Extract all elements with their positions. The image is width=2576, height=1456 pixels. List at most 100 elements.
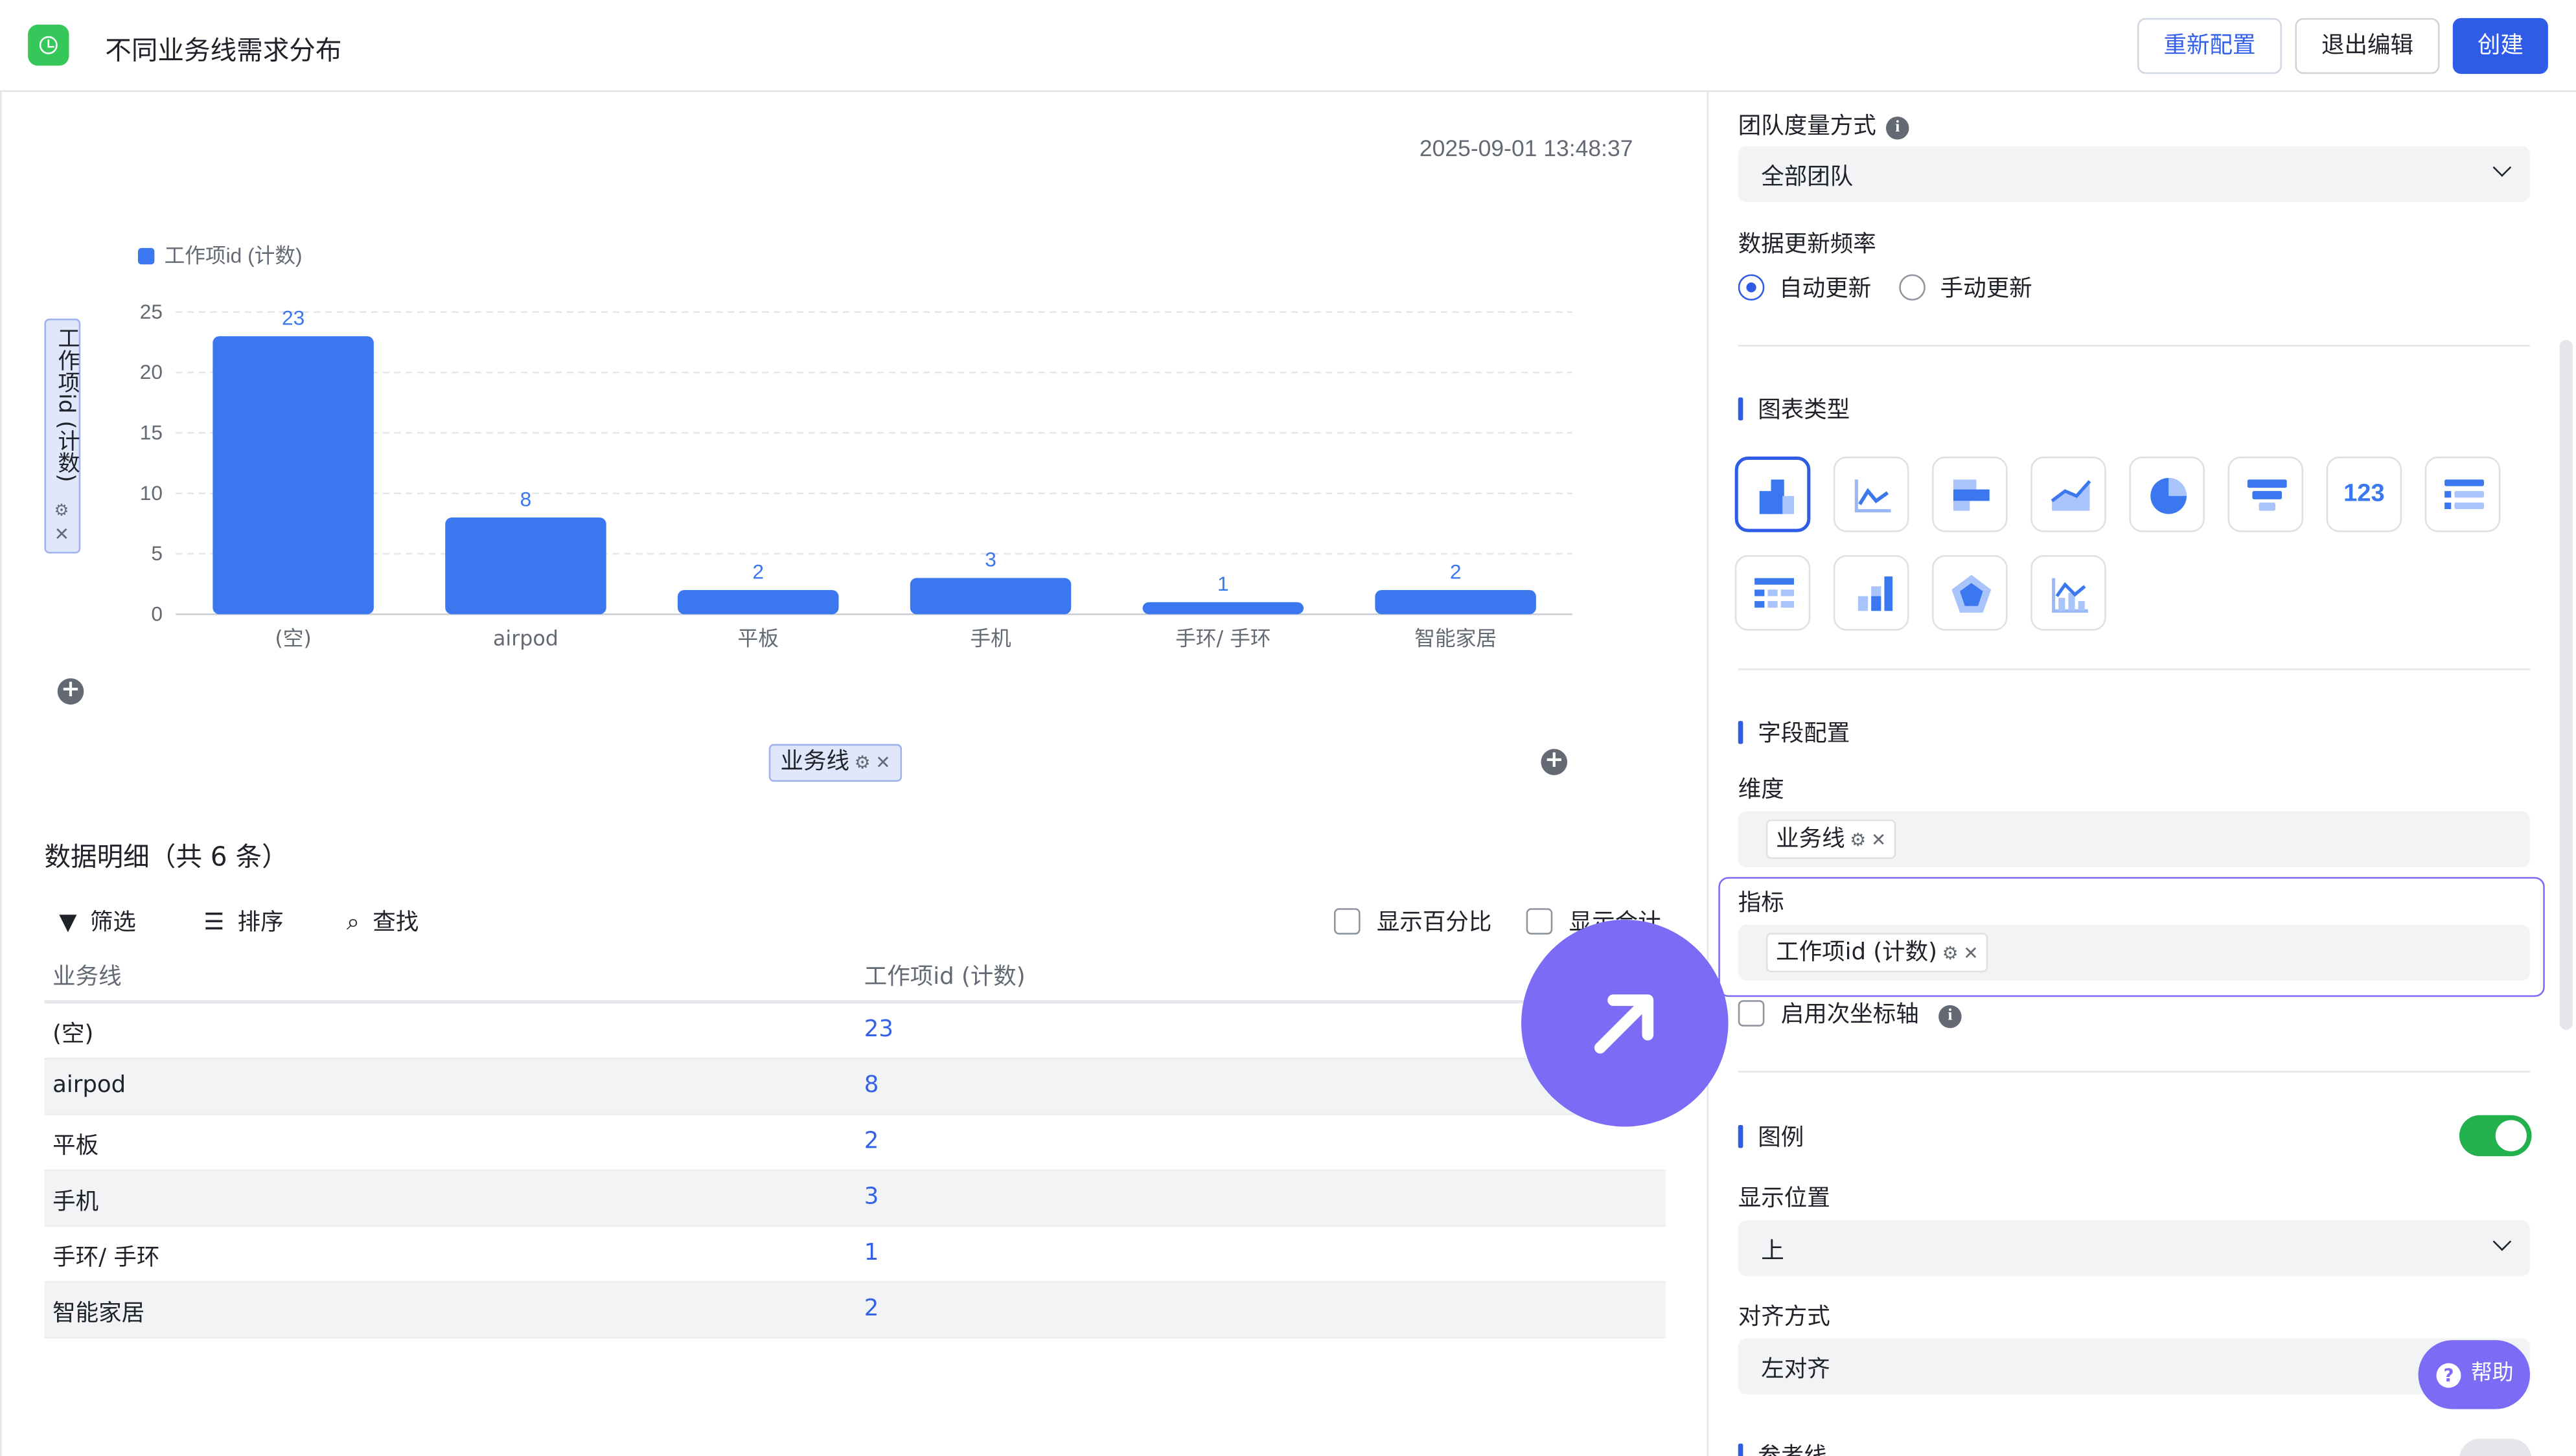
legend-title: 图例 xyxy=(1738,1120,1804,1153)
legend-toggle[interactable] xyxy=(2459,1115,2532,1157)
position-label: 显示位置 xyxy=(1738,1185,1830,1212)
table-row: 智能家居 2 xyxy=(44,1282,1666,1339)
y-axis-field-tag[interactable]: 工作项id (计数) ⚙ ✕ xyxy=(44,318,81,554)
radar-chart-icon[interactable] xyxy=(1931,555,2008,631)
sort-label: 排序 xyxy=(237,909,284,937)
area-chart-icon[interactable] xyxy=(2030,456,2106,532)
legend-position-select[interactable]: 上 xyxy=(1738,1220,2530,1277)
data-label: 3 xyxy=(985,548,996,571)
info-icon[interactable]: i xyxy=(1938,1005,1962,1029)
x-axis-field-tag[interactable]: 业务线 ⚙ ✕ xyxy=(768,744,903,782)
dimension-field-box[interactable]: 业务线 ⚙ ✕ xyxy=(1738,811,2530,867)
cell-count[interactable]: 8 xyxy=(864,1073,879,1099)
y-tick-label: 15 xyxy=(140,421,163,444)
table-row: 手环/ 手环 1 xyxy=(44,1227,1666,1283)
info-icon[interactable]: i xyxy=(1885,117,1909,140)
x-tick-label: 平板 xyxy=(738,628,779,651)
team-measure-value: 全部团队 xyxy=(1761,164,1854,191)
gear-icon[interactable]: ⚙ xyxy=(1942,942,1959,964)
filter-button[interactable]: ▼ 筛选 xyxy=(59,905,136,938)
arrow-up-right-icon xyxy=(1594,994,1654,1054)
y-axis-field-label: 工作项id (计数) xyxy=(52,326,79,483)
cell-count[interactable]: 2 xyxy=(864,1296,879,1323)
secondary-axis-label: 启用次坐标轴 xyxy=(1780,1001,1919,1029)
bar xyxy=(910,578,1072,615)
pie-chart-icon[interactable] xyxy=(2129,456,2205,532)
add-x-field-icon[interactable]: + xyxy=(1541,748,1568,775)
create-button[interactable]: 创建 xyxy=(2452,17,2548,74)
stacked-column-icon[interactable] xyxy=(1833,555,1909,631)
find-label: 查找 xyxy=(373,909,419,937)
data-label: 8 xyxy=(520,487,532,510)
number-card-icon[interactable]: 123 xyxy=(2326,456,2402,532)
cell-count[interactable]: 2 xyxy=(864,1128,879,1155)
column-chart-icon[interactable] xyxy=(1734,456,1811,532)
refresh-auto-label: 自动更新 xyxy=(1779,275,1872,302)
dimension-chip[interactable]: 业务线 ⚙ ✕ xyxy=(1765,819,1896,859)
cell-business-line: 手环/ 手环 xyxy=(52,1245,160,1271)
secondary-axis-checkbox[interactable]: 启用次坐标轴 i xyxy=(1738,997,1962,1030)
table-chart-icon[interactable] xyxy=(1734,555,1811,631)
sort-button[interactable]: ☰ 排序 xyxy=(203,905,283,938)
legend-align-select[interactable]: 左对齐 xyxy=(1738,1338,2530,1394)
reference-line-title: 参考线 xyxy=(1738,1439,1827,1456)
combo-chart-icon[interactable] xyxy=(2030,555,2106,631)
metric-label: 指标 xyxy=(1738,890,1784,916)
exit-edit-button[interactable]: 退出编辑 xyxy=(2295,17,2440,74)
close-icon[interactable]: ✕ xyxy=(875,752,890,773)
data-label: 1 xyxy=(1217,572,1229,595)
align-label: 对齐方式 xyxy=(1738,1304,1830,1330)
data-label: 23 xyxy=(282,306,305,329)
funnel-chart-icon[interactable] xyxy=(2227,456,2304,532)
help-button[interactable]: ? 帮助 xyxy=(2418,1340,2530,1409)
expand-arrow-button[interactable] xyxy=(1521,919,1729,1127)
legend-align-value: 左对齐 xyxy=(1761,1356,1830,1383)
x-tick-label: (空) xyxy=(275,628,311,651)
clock-icon xyxy=(28,25,69,66)
reference-line-toggle[interactable] xyxy=(2459,1439,2532,1456)
reconfigure-button[interactable]: 重新配置 xyxy=(2137,17,2283,74)
refresh-frequency-label: 数据更新频率 xyxy=(1738,231,1876,258)
bar xyxy=(1142,602,1304,615)
add-y-field-icon[interactable]: + xyxy=(57,677,84,705)
page-title: 不同业务线需求分布 xyxy=(105,34,342,66)
column-header[interactable]: 业务线 xyxy=(52,959,121,992)
cell-count[interactable]: 23 xyxy=(864,1017,893,1043)
settings-scrollbar[interactable] xyxy=(2559,339,2573,1030)
top-bar: 不同业务线需求分布 重新配置 退出编辑 创建 xyxy=(0,0,2576,92)
close-icon[interactable]: ✕ xyxy=(1963,942,1978,964)
y-tick-label: 20 xyxy=(140,360,163,383)
metric-field-box[interactable]: 工作项id (计数) ⚙ ✕ xyxy=(1738,924,2530,981)
gear-icon[interactable]: ⚙ xyxy=(1850,830,1866,851)
filter-icon: ▼ xyxy=(59,909,77,937)
divider xyxy=(1738,668,2530,670)
cell-count[interactable]: 3 xyxy=(864,1184,879,1211)
y-tick-label: 25 xyxy=(140,300,163,323)
team-measure-select[interactable]: 全部团队 xyxy=(1738,146,2530,202)
number-card-text: 123 xyxy=(2343,479,2385,508)
close-icon[interactable]: ✕ xyxy=(54,524,69,545)
data-label: 2 xyxy=(752,560,764,583)
bar xyxy=(213,336,374,615)
bar-chart-icon[interactable] xyxy=(1931,456,2008,532)
table-row: 手机 3 xyxy=(44,1170,1666,1227)
list-chart-icon[interactable] xyxy=(2424,456,2501,532)
gear-icon[interactable]: ⚙ xyxy=(855,752,871,773)
y-tick-label: 0 xyxy=(151,602,163,625)
metric-chip[interactable]: 工作项id (计数) ⚙ ✕ xyxy=(1765,933,1988,973)
gear-icon[interactable]: ⚙ xyxy=(54,503,69,521)
find-button[interactable]: ⌕ 查找 xyxy=(347,905,419,938)
refresh-auto-radio[interactable]: 自动更新 xyxy=(1738,271,1871,304)
refresh-manual-radio[interactable]: 手动更新 xyxy=(1899,271,2032,304)
line-chart-icon[interactable] xyxy=(1833,456,1909,532)
table-header: 业务线 工作项id (计数) xyxy=(44,946,1666,1004)
close-icon[interactable]: ✕ xyxy=(1871,830,1886,851)
table-row: 平板 2 xyxy=(44,1115,1666,1171)
show-percent-checkbox[interactable]: 显示百分比 xyxy=(1333,905,1491,938)
cell-count[interactable]: 1 xyxy=(864,1240,879,1266)
find-icon: ⌕ xyxy=(347,909,360,937)
legend-label: 工作项id (计数) xyxy=(165,244,303,267)
bar xyxy=(1375,590,1536,615)
column-header[interactable]: 工作项id (计数) xyxy=(864,959,1026,992)
x-tick-label: 智能家居 xyxy=(1414,628,1497,651)
